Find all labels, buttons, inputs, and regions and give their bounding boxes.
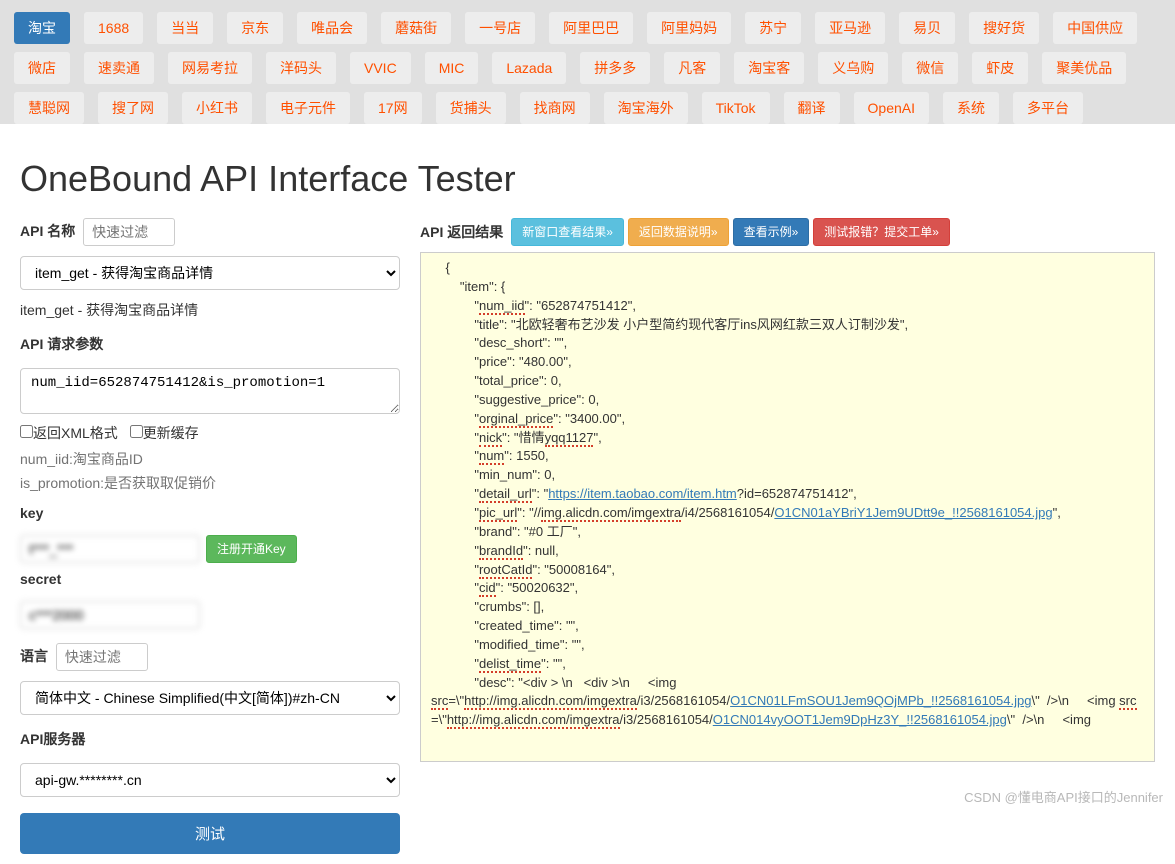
key-input[interactable] bbox=[20, 535, 200, 563]
platform-tab-11[interactable]: 易贝 bbox=[899, 12, 955, 44]
platform-tab-32[interactable]: 17网 bbox=[364, 92, 422, 124]
cache-checkbox[interactable] bbox=[130, 425, 143, 438]
platform-tab-30[interactable]: 小红书 bbox=[182, 92, 252, 124]
platform-tab-35[interactable]: 淘宝海外 bbox=[604, 92, 688, 124]
platform-tab-21[interactable]: 拼多多 bbox=[580, 52, 650, 84]
lang-label: 语言 bbox=[20, 646, 48, 666]
platform-tab-24[interactable]: 义乌购 bbox=[818, 52, 888, 84]
platform-tab-27[interactable]: 聚美优品 bbox=[1042, 52, 1126, 84]
platform-tab-17[interactable]: 洋码头 bbox=[266, 52, 336, 84]
platform-tab-19[interactable]: MIC bbox=[425, 52, 479, 84]
platform-tab-9[interactable]: 苏宁 bbox=[745, 12, 801, 44]
platform-tab-7[interactable]: 阿里巴巴 bbox=[549, 12, 633, 44]
platform-tab-31[interactable]: 电子元件 bbox=[266, 92, 350, 124]
cache-checkbox-label[interactable]: 更新缓存 bbox=[130, 425, 199, 441]
data-desc-button[interactable]: 返回数据说明» bbox=[628, 218, 729, 246]
platform-tabs: 淘宝 1688 当当京东唯品会蘑菇街一号店阿里巴巴阿里妈妈苏宁亚马逊易贝搜好货中国供… bbox=[0, 0, 1175, 124]
secret-label: secret bbox=[20, 571, 61, 587]
api-name-filter[interactable] bbox=[83, 218, 175, 246]
result-panel: API 返回结果 新窗口查看结果» 返回数据说明» 查看示例» 测试报错？提交工… bbox=[420, 218, 1155, 854]
platform-tab-39[interactable]: 系统 bbox=[943, 92, 999, 124]
lang-filter[interactable] bbox=[56, 643, 148, 671]
platform-tab-0[interactable]: 淘宝 bbox=[14, 12, 70, 44]
new-window-button[interactable]: 新窗口查看结果» bbox=[511, 218, 624, 246]
platform-tab-12[interactable]: 搜好货 bbox=[969, 12, 1039, 44]
params-label: API 请求参数 bbox=[20, 334, 103, 354]
params-help-1: num_iid:淘宝商品ID bbox=[20, 449, 400, 469]
platform-tab-1[interactable]: 1688 bbox=[84, 12, 143, 44]
platform-tab-14[interactable]: 微店 bbox=[14, 52, 70, 84]
key-label: key bbox=[20, 505, 43, 521]
platform-tab-18[interactable]: VVIC bbox=[350, 52, 411, 84]
example-button[interactable]: 查看示例» bbox=[733, 218, 810, 246]
platform-tab-26[interactable]: 虾皮 bbox=[972, 52, 1028, 84]
platform-tab-28[interactable]: 慧聪网 bbox=[14, 92, 84, 124]
test-button[interactable]: 测试 bbox=[20, 813, 400, 854]
api-name-label: API 名称 bbox=[20, 221, 75, 241]
main-area: API 名称 item_get - 获得淘宝商品详情 item_get - 获得… bbox=[0, 218, 1175, 864]
platform-tab-22[interactable]: 凡客 bbox=[664, 52, 720, 84]
page-title: OneBound API Interface Tester bbox=[0, 136, 1175, 218]
platform-tab-29[interactable]: 搜了网 bbox=[98, 92, 168, 124]
platform-tab-5[interactable]: 蘑菇街 bbox=[381, 12, 451, 44]
result-body[interactable]: { "item": { "num_iid": "652874751412", "… bbox=[420, 252, 1155, 762]
platform-tab-36[interactable]: TikTok bbox=[702, 92, 770, 124]
platform-tab-23[interactable]: 淘宝客 bbox=[734, 52, 804, 84]
platform-tab-4[interactable]: 唯品会 bbox=[297, 12, 367, 44]
xml-checkbox-label[interactable]: 返回XML格式 bbox=[20, 425, 118, 441]
platform-tab-13[interactable]: 中国供应 bbox=[1053, 12, 1137, 44]
platform-tab-8[interactable]: 阿里妈妈 bbox=[647, 12, 731, 44]
result-label: API 返回结果 bbox=[420, 222, 503, 242]
platform-tab-3[interactable]: 京东 bbox=[227, 12, 283, 44]
platform-tab-38[interactable]: OpenAI bbox=[854, 92, 929, 124]
platform-tab-16[interactable]: 网易考拉 bbox=[168, 52, 252, 84]
secret-input[interactable] bbox=[20, 601, 200, 629]
form-panel: API 名称 item_get - 获得淘宝商品详情 item_get - 获得… bbox=[20, 218, 400, 854]
platform-tab-15[interactable]: 速卖通 bbox=[84, 52, 154, 84]
platform-tab-2[interactable]: 当当 bbox=[157, 12, 213, 44]
platform-tab-6[interactable]: 一号店 bbox=[465, 12, 535, 44]
api-name-desc: item_get - 获得淘宝商品详情 bbox=[20, 300, 400, 320]
server-label: API服务器 bbox=[20, 729, 85, 749]
platform-tab-10[interactable]: 亚马逊 bbox=[815, 12, 885, 44]
register-key-button[interactable]: 注册开通Key bbox=[206, 535, 297, 563]
api-name-select[interactable]: item_get - 获得淘宝商品详情 bbox=[20, 256, 400, 290]
server-select[interactable]: api-gw.********.cn bbox=[20, 763, 400, 797]
platform-tab-34[interactable]: 找商网 bbox=[520, 92, 590, 124]
xml-checkbox[interactable] bbox=[20, 425, 33, 438]
platform-tab-37[interactable]: 翻译 bbox=[784, 92, 840, 124]
platform-tab-25[interactable]: 微信 bbox=[902, 52, 958, 84]
platform-tab-33[interactable]: 货捕头 bbox=[436, 92, 506, 124]
platform-tab-40[interactable]: 多平台 bbox=[1013, 92, 1083, 124]
params-help-2: is_promotion:是否获取取促销价 bbox=[20, 473, 400, 493]
lang-select[interactable]: 简体中文 - Chinese Simplified(中文[简体])#zh-CN bbox=[20, 681, 400, 715]
params-input[interactable] bbox=[20, 368, 400, 414]
report-button[interactable]: 测试报错？提交工单» bbox=[813, 218, 950, 246]
platform-tab-20[interactable]: Lazada bbox=[492, 52, 566, 84]
